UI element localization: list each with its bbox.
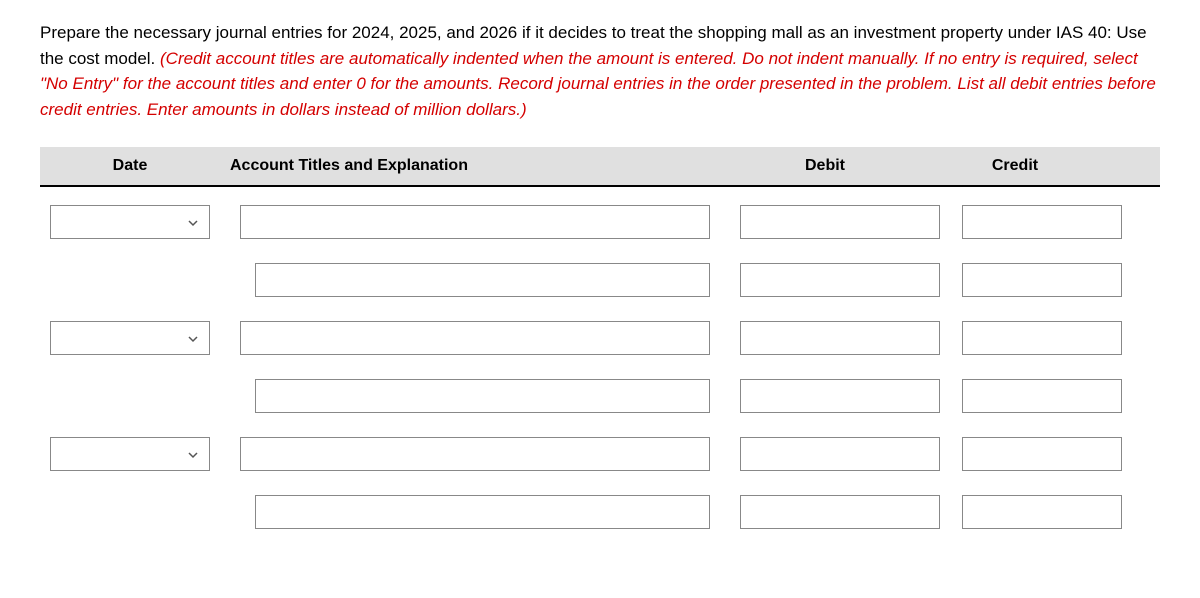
instructions-red: (Credit account titles are automatically… [40, 49, 1156, 119]
credit-input[interactable] [962, 495, 1122, 529]
chevron-down-icon [187, 216, 199, 228]
debit-input[interactable] [740, 321, 940, 355]
credit-input[interactable] [962, 205, 1122, 239]
header-account: Account Titles and Explanation [220, 157, 720, 175]
date-empty-cell [50, 263, 210, 297]
debit-input[interactable] [740, 263, 940, 297]
date-empty-cell [50, 379, 210, 413]
credit-input[interactable] [962, 321, 1122, 355]
credit-input[interactable] [962, 263, 1122, 297]
credit-input[interactable] [962, 437, 1122, 471]
date-select[interactable] [50, 321, 210, 355]
debit-input[interactable] [740, 437, 940, 471]
journal-entry-table: Date Account Titles and Explanation Debi… [40, 147, 1160, 529]
table-row [40, 321, 1160, 355]
account-title-input[interactable] [255, 379, 710, 413]
entry-rows-container [40, 205, 1160, 529]
table-row [40, 495, 1160, 529]
account-title-input[interactable] [255, 263, 710, 297]
instructions-text: Prepare the necessary journal entries fo… [40, 20, 1160, 122]
header-date: Date [40, 157, 220, 175]
chevron-down-icon [187, 448, 199, 460]
table-header-row: Date Account Titles and Explanation Debi… [40, 147, 1160, 187]
account-title-input[interactable] [255, 495, 710, 529]
table-row [40, 263, 1160, 297]
chevron-down-icon [187, 332, 199, 344]
debit-input[interactable] [740, 495, 940, 529]
date-empty-cell [50, 495, 210, 529]
table-row [40, 379, 1160, 413]
date-select[interactable] [50, 437, 210, 471]
header-debit: Debit [720, 157, 930, 175]
debit-input[interactable] [740, 379, 940, 413]
debit-input[interactable] [740, 205, 940, 239]
table-row [40, 205, 1160, 239]
account-title-input[interactable] [240, 321, 710, 355]
date-select[interactable] [50, 205, 210, 239]
credit-input[interactable] [962, 379, 1122, 413]
table-row [40, 437, 1160, 471]
account-title-input[interactable] [240, 205, 710, 239]
account-title-input[interactable] [240, 437, 710, 471]
header-credit: Credit [930, 157, 1100, 175]
